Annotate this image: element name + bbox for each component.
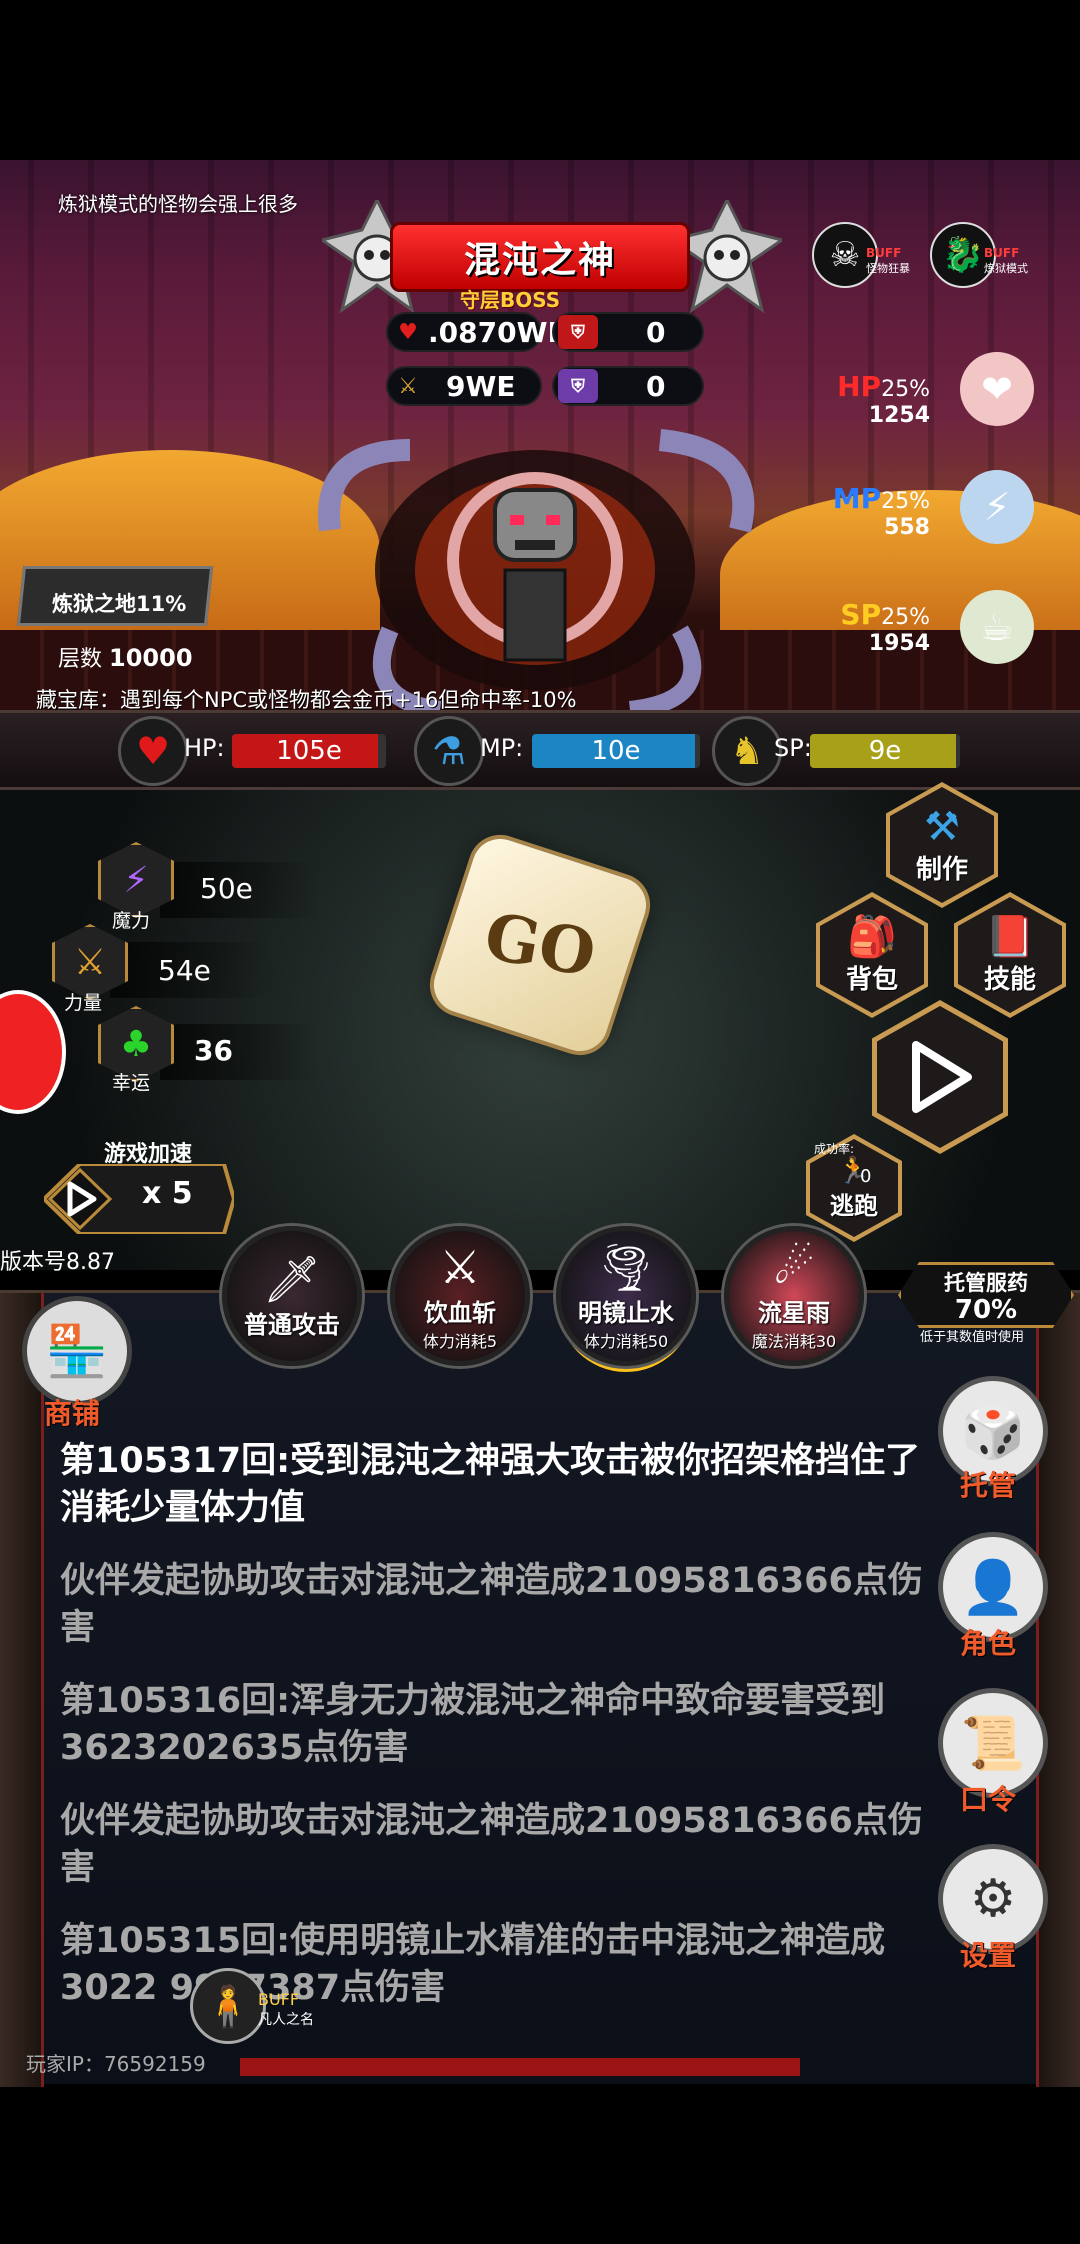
wind-slash-icon: 🌪 bbox=[596, 1239, 656, 1294]
buff-purgatory-tag: BUFF 炼狱模式 bbox=[984, 246, 1028, 275]
mp-bar-label: MP: bbox=[480, 734, 524, 762]
play-icon bbox=[912, 1041, 972, 1113]
log-line: 第105316回:浑身无力被混沌之神命中致命要害受到3623202635点伤害 bbox=[60, 1681, 886, 1768]
log-line: 第105317回:受到混沌之神强大攻击被你招架格挡住了消耗少量体力值 bbox=[60, 1441, 921, 1528]
person-icon: 🧍 bbox=[203, 1983, 253, 2030]
buff-frenzy-tag: BUFF 怪物狂暴 bbox=[866, 246, 910, 275]
attr-luck-name: 幸运 bbox=[112, 1072, 151, 1094]
anvil-icon: ⚒ bbox=[924, 803, 960, 850]
blade-icon: ⚔ bbox=[439, 1239, 481, 1294]
hp-potion-info: HP25% 1254 bbox=[837, 370, 930, 428]
gear-icon: ⚙ bbox=[969, 1869, 1017, 1929]
hp-bar-label: HP: bbox=[184, 734, 225, 762]
escape-rate-label: 成功率: bbox=[814, 1142, 855, 1156]
heart-icon: ♥ bbox=[118, 716, 188, 786]
sword-icon: ⚔ bbox=[398, 373, 418, 399]
shield-icon: ⛨ bbox=[558, 315, 598, 349]
mode-hint: 炼狱模式的怪物会强上很多 bbox=[58, 192, 298, 216]
sp-bar-label: SP: bbox=[774, 734, 812, 762]
boss-sprite bbox=[318, 429, 755, 710]
attr-luck-box bbox=[160, 1024, 320, 1080]
dice-icon: 🎲 bbox=[960, 1401, 1026, 1462]
player-ip: 玩家IP：76592159 bbox=[26, 2052, 206, 2076]
code-label: 口令 bbox=[960, 1783, 1017, 1816]
attr-luck-value: 36 bbox=[194, 1034, 233, 1067]
scroll-icon: 📜 bbox=[960, 1713, 1026, 1774]
attr-strength-value: 54e bbox=[158, 954, 211, 987]
sp-potion-info: SP25% 1954 bbox=[840, 598, 930, 656]
boss-name-banner: 混沌之神 bbox=[390, 222, 690, 292]
mp-potion-info: MP25% 558 bbox=[832, 482, 930, 540]
mp-potion-icon[interactable]: ⚡ bbox=[960, 470, 1034, 544]
boss-hp-pill: ♥ .0870WE bbox=[386, 312, 567, 352]
log-line: 伙伴发起协助攻击对混沌之神造成21095816366点伤害 bbox=[60, 1801, 923, 1888]
boss-mdef-pill: ⛨ 0 bbox=[552, 366, 704, 406]
skill-normal-attack[interactable]: 🗡 普通攻击 bbox=[222, 1226, 362, 1366]
boss-name: 混沌之神 bbox=[463, 240, 616, 281]
boss-mdef-value: 0 bbox=[646, 369, 666, 403]
escape-rate: 0 bbox=[860, 1166, 872, 1187]
backpack-icon: 🎒 bbox=[847, 913, 897, 960]
boss-def-value: 0 bbox=[646, 315, 666, 349]
skill-blood-slash[interactable]: ⚔ 饮血斩 体力消耗5 bbox=[390, 1226, 530, 1366]
book-icon: 📕 bbox=[985, 913, 1035, 960]
sword-icon: 🗡 bbox=[262, 1251, 322, 1306]
boss-atk-value: 9WE bbox=[446, 369, 516, 403]
magic-shield-icon: ⛨ bbox=[558, 369, 598, 403]
hp-bar-value: 105e bbox=[276, 736, 342, 766]
floor-name: 炼狱之地11% bbox=[52, 592, 187, 616]
player-buff-tag: BUFF 凡人之名 bbox=[258, 1990, 314, 2028]
log-frame-left bbox=[0, 1293, 44, 2087]
boss-hp-value: .0870WE bbox=[428, 315, 567, 349]
version-label: 版本号8.87 bbox=[0, 1250, 115, 1275]
settings-label: 设置 bbox=[960, 1939, 1017, 1972]
attr-strength-name: 力量 bbox=[64, 992, 103, 1014]
boss-def-pill: ⛨ 0 bbox=[552, 312, 704, 352]
floor-level: 层数 10000 bbox=[58, 644, 193, 672]
mp-bar-value: 10e bbox=[591, 736, 641, 766]
hooded-figure-icon: 👤 bbox=[960, 1557, 1026, 1618]
mp-vial-icon: ⚗ bbox=[414, 716, 484, 786]
skill-mirror-water[interactable]: 🌪 明镜止水 体力消耗50 bbox=[556, 1226, 696, 1366]
hp-potion-icon[interactable]: ❤ bbox=[960, 352, 1034, 426]
strength-icon: ♞ bbox=[712, 716, 782, 786]
player-buff-icon[interactable]: 🧍 bbox=[190, 1968, 266, 2044]
sp-bar-value: 9e bbox=[868, 736, 902, 766]
boss-subtitle: 守层BOSS bbox=[460, 288, 561, 312]
bottom-status-bar bbox=[240, 2058, 800, 2076]
log-line: 伙伴发起协助攻击对混沌之神造成21095816366点伤害 bbox=[60, 1561, 923, 1648]
auto-potion-setting[interactable]: 托管服药 70% bbox=[898, 1262, 1074, 1328]
auto-potion-note: 低于其数值时使用 bbox=[920, 1330, 1025, 1345]
speed-multiplier: x 5 bbox=[142, 1176, 193, 1211]
shop-button[interactable]: 🏪 bbox=[22, 1296, 132, 1406]
sp-potion-icon[interactable]: ☕ bbox=[960, 590, 1034, 664]
shop-label: 商铺 bbox=[44, 1397, 101, 1430]
dice-label: GO bbox=[479, 898, 601, 992]
heart-icon: ♥ bbox=[398, 319, 418, 345]
character-label: 角色 bbox=[960, 1627, 1017, 1660]
auto-battle-label: 托管 bbox=[960, 1469, 1017, 1502]
shop-icon: 🏪 bbox=[45, 1321, 109, 1380]
meteor-icon: ☄ bbox=[773, 1239, 815, 1294]
skill-meteor-rain[interactable]: ☄ 流星雨 魔法消耗30 bbox=[724, 1226, 864, 1366]
boss-atk-pill: ⚔ 9WE bbox=[386, 366, 542, 406]
attr-magic-value: 50e bbox=[200, 872, 253, 905]
attr-magic-name: 魔力 bbox=[112, 910, 151, 932]
speed-toggle[interactable] bbox=[44, 1164, 234, 1234]
